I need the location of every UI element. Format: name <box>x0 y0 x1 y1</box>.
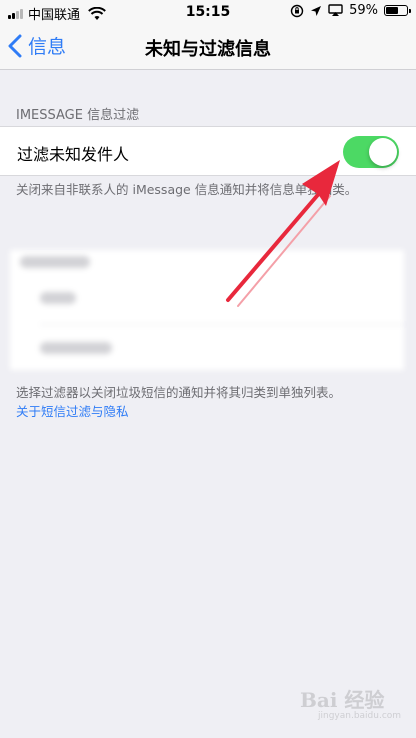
section-footer: 关闭来自非联系人的 iMessage 信息通知并将信息单独归类。 <box>16 182 358 197</box>
airplay-icon <box>328 4 343 16</box>
filter-unknown-senders-cell: 过滤未知发件人 <box>0 126 416 176</box>
blurred-item <box>40 342 112 354</box>
battery-icon <box>384 5 411 16</box>
battery-percent: 59% <box>349 3 378 18</box>
section-header: IMESSAGE 信息过滤 <box>16 108 140 123</box>
status-right: 59% <box>290 3 411 18</box>
sms-filtering-privacy-link[interactable]: 关于短信过滤与隐私 <box>16 401 129 420</box>
switch-knob <box>369 138 397 166</box>
watermark: Bai 经验 jingyan.baidu.com <box>300 684 410 728</box>
blurred-divider <box>40 324 404 325</box>
blurred-header <box>20 256 90 268</box>
status-bar: 中国联通 15:15 59% <box>0 0 416 24</box>
battery-fill <box>386 7 398 14</box>
navigation-bar: 信息 未知与过滤信息 <box>0 24 416 70</box>
page-title: 未知与过滤信息 <box>145 39 271 60</box>
filter-unknown-senders-label: 过滤未知发件人 <box>17 145 130 164</box>
orientation-lock-icon <box>290 4 304 17</box>
filter-unknown-senders-switch[interactable] <box>343 136 399 168</box>
watermark-url: jingyan.baidu.com <box>318 711 402 721</box>
blurred-item <box>40 292 76 304</box>
location-icon <box>311 5 322 16</box>
filter-footer: 选择过滤器以关闭垃圾短信的通知并将其归类到单独列表。 <box>16 385 342 400</box>
baidu-jingyan-logo: Bai 经验 <box>300 688 385 712</box>
blurred-filter-list <box>10 250 404 370</box>
